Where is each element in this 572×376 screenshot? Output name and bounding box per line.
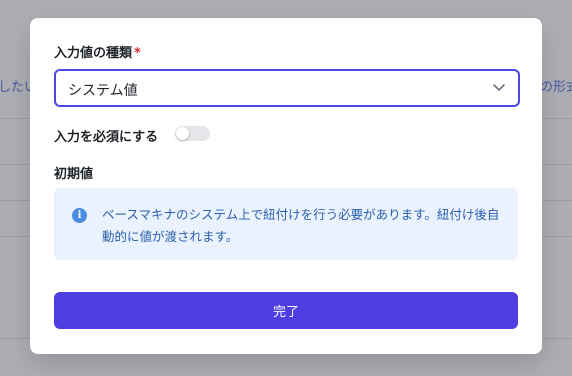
required-toggle-label: 入力を必須にする <box>54 130 159 145</box>
required-asterisk: * <box>134 46 141 61</box>
info-callout: i ベースマキナのシステム上で紐付けを行う必要があります。紐付け後自動的に値が渡… <box>54 188 518 260</box>
info-text: ベースマキナのシステム上で紐付けを行う必要があります。紐付け後自動的に値が渡され… <box>102 207 500 244</box>
info-icon: i <box>72 208 87 223</box>
initial-value-label: 初期値 <box>54 167 94 182</box>
done-button[interactable]: 完了 <box>54 292 518 329</box>
required-toggle[interactable] <box>175 126 210 141</box>
input-type-label-text: 入力値の種類 <box>54 46 133 61</box>
input-type-select[interactable]: システム値 <box>54 69 520 107</box>
modal-dialog: 入力値の種類 * システム値 入力を必須にする 初期値 i ベースマキナのシステム… <box>30 18 542 354</box>
input-type-select-value: システム値 <box>68 83 138 99</box>
input-type-label: 入力値の種類 * <box>54 42 141 61</box>
toggle-knob <box>176 127 189 140</box>
chevron-down-icon <box>493 84 505 91</box>
